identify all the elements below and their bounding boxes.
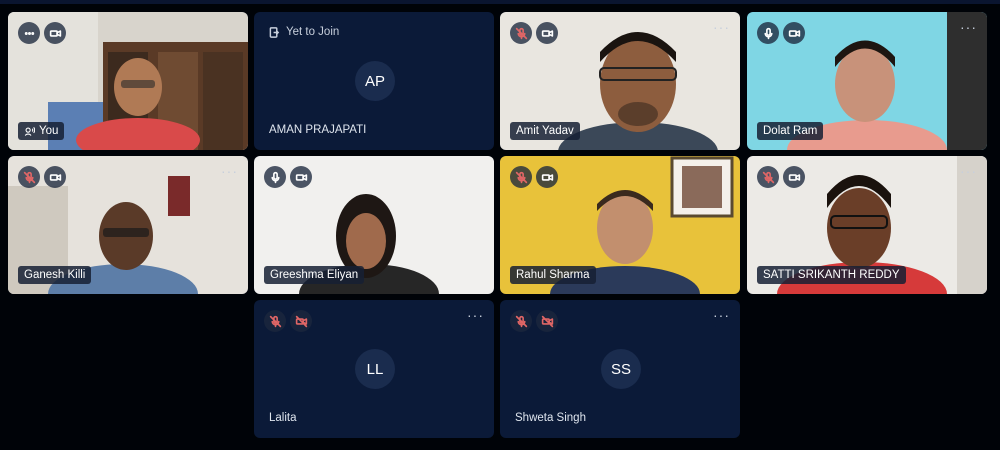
more-options-icon[interactable]: ··· — [960, 164, 977, 178]
participant-tile-greeshma-eliyan[interactable]: Greeshma Eliyan — [254, 156, 494, 294]
microphone-icon — [763, 27, 773, 39]
more-options-icon[interactable]: ··· — [467, 308, 484, 322]
participant-tile-amit-yadav[interactable]: ··· Amit Yadav — [500, 12, 740, 150]
participant-name: AMAN PRAJAPATI — [269, 124, 367, 136]
mic-muted-button[interactable] — [510, 22, 532, 44]
participant-name: Lalita — [269, 412, 297, 424]
name-tag: Ganesh Killi — [18, 266, 92, 284]
participant-name: Ganesh Killi — [24, 269, 86, 281]
tile-controls — [757, 166, 805, 188]
tile-controls — [18, 22, 66, 44]
name-tag: Shweta Singh — [515, 412, 586, 424]
tile-controls — [264, 166, 312, 188]
tile-controls — [757, 22, 805, 44]
camera-off-button[interactable] — [290, 310, 312, 332]
participant-name: Shweta Singh — [515, 412, 586, 424]
participant-tile-shweta-singh[interactable]: ··· SS Shweta Singh — [500, 300, 740, 438]
microphone-muted-icon — [762, 171, 774, 183]
microphone-muted-icon — [515, 27, 527, 39]
microphone-icon — [270, 171, 280, 183]
more-options-icon[interactable]: ··· — [221, 164, 238, 178]
name-tag: Rahul Sharma — [510, 266, 596, 284]
mic-muted-button[interactable] — [510, 310, 532, 332]
participant-name: Rahul Sharma — [516, 269, 590, 281]
camera-icon — [295, 173, 307, 181]
camera-button[interactable] — [536, 166, 558, 188]
yet-to-join-label: Yet to Join — [286, 26, 340, 38]
camera-button[interactable] — [536, 22, 558, 44]
tile-controls — [510, 166, 558, 188]
name-tag: AMAN PRAJAPATI — [269, 124, 366, 136]
camera-icon — [788, 173, 800, 181]
camera-button[interactable] — [783, 22, 805, 44]
name-tag: SATTI SRIKANTH REDDY — [757, 266, 906, 284]
tile-controls — [510, 22, 558, 44]
more-options-icon[interactable]: ··· — [713, 20, 730, 34]
camera-button[interactable] — [44, 166, 66, 188]
camera-button[interactable] — [44, 22, 66, 44]
microphone-muted-icon — [515, 315, 527, 327]
more-options-button[interactable] — [18, 22, 40, 44]
camera-icon — [541, 29, 553, 37]
mic-muted-button[interactable] — [18, 166, 40, 188]
mic-button[interactable] — [757, 22, 779, 44]
more-options-icon[interactable]: ··· — [960, 20, 977, 34]
avatar: LL — [355, 349, 395, 389]
camera-button[interactable] — [783, 166, 805, 188]
yet-to-join-status: Yet to Join — [269, 26, 339, 38]
camera-button[interactable] — [290, 166, 312, 188]
microphone-muted-icon — [23, 171, 35, 183]
participant-tile-aman-prajapati[interactable]: Yet to Join AP AMAN PRAJAPATI — [254, 12, 494, 150]
more-options-icon — [24, 31, 34, 35]
name-tag: Amit Yadav — [510, 122, 580, 140]
participant-tile-dolat-ram[interactable]: ··· Dolat Ram — [747, 12, 987, 150]
participant-name: SATTI SRIKANTH REDDY — [763, 269, 900, 281]
participant-name: Amit Yadav — [516, 125, 574, 137]
more-options-icon[interactable]: ··· — [713, 308, 730, 322]
top-bar — [0, 0, 1000, 4]
speaking-icon — [24, 126, 35, 136]
mic-muted-button[interactable] — [510, 166, 532, 188]
participant-name: Greeshma Eliyan — [270, 269, 359, 281]
participant-name: You — [39, 125, 59, 137]
camera-icon — [788, 29, 800, 37]
tile-controls — [264, 310, 312, 332]
camera-off-icon — [541, 315, 553, 327]
camera-icon — [49, 173, 61, 181]
participant-tile-lalita[interactable]: ··· LL Lalita — [254, 300, 494, 438]
participant-tile-ganesh-killi[interactable]: ··· Ganesh Killi — [8, 156, 248, 294]
participant-tile-you[interactable]: You — [8, 12, 248, 150]
avatar: SS — [601, 349, 641, 389]
tile-controls — [18, 166, 66, 188]
camera-off-button[interactable] — [536, 310, 558, 332]
avatar: AP — [355, 61, 395, 101]
door-enter-icon — [269, 26, 280, 38]
name-tag: Greeshma Eliyan — [264, 266, 365, 284]
name-tag: Dolat Ram — [757, 122, 824, 140]
name-tag: You — [18, 122, 65, 140]
microphone-muted-icon — [515, 171, 527, 183]
camera-off-icon — [295, 315, 307, 327]
camera-icon — [49, 29, 61, 37]
mic-button[interactable] — [264, 166, 286, 188]
name-tag: Lalita — [269, 412, 297, 424]
mic-muted-button[interactable] — [757, 166, 779, 188]
camera-icon — [541, 173, 553, 181]
participant-tile-rahul-sharma[interactable]: Rahul Sharma — [500, 156, 740, 294]
participant-name: Dolat Ram — [763, 125, 818, 137]
mic-muted-button[interactable] — [264, 310, 286, 332]
tile-controls — [510, 310, 558, 332]
microphone-muted-icon — [269, 315, 281, 327]
participant-tile-satti-srikanth-reddy[interactable]: ··· SATTI SRIKANTH REDDY — [747, 156, 987, 294]
